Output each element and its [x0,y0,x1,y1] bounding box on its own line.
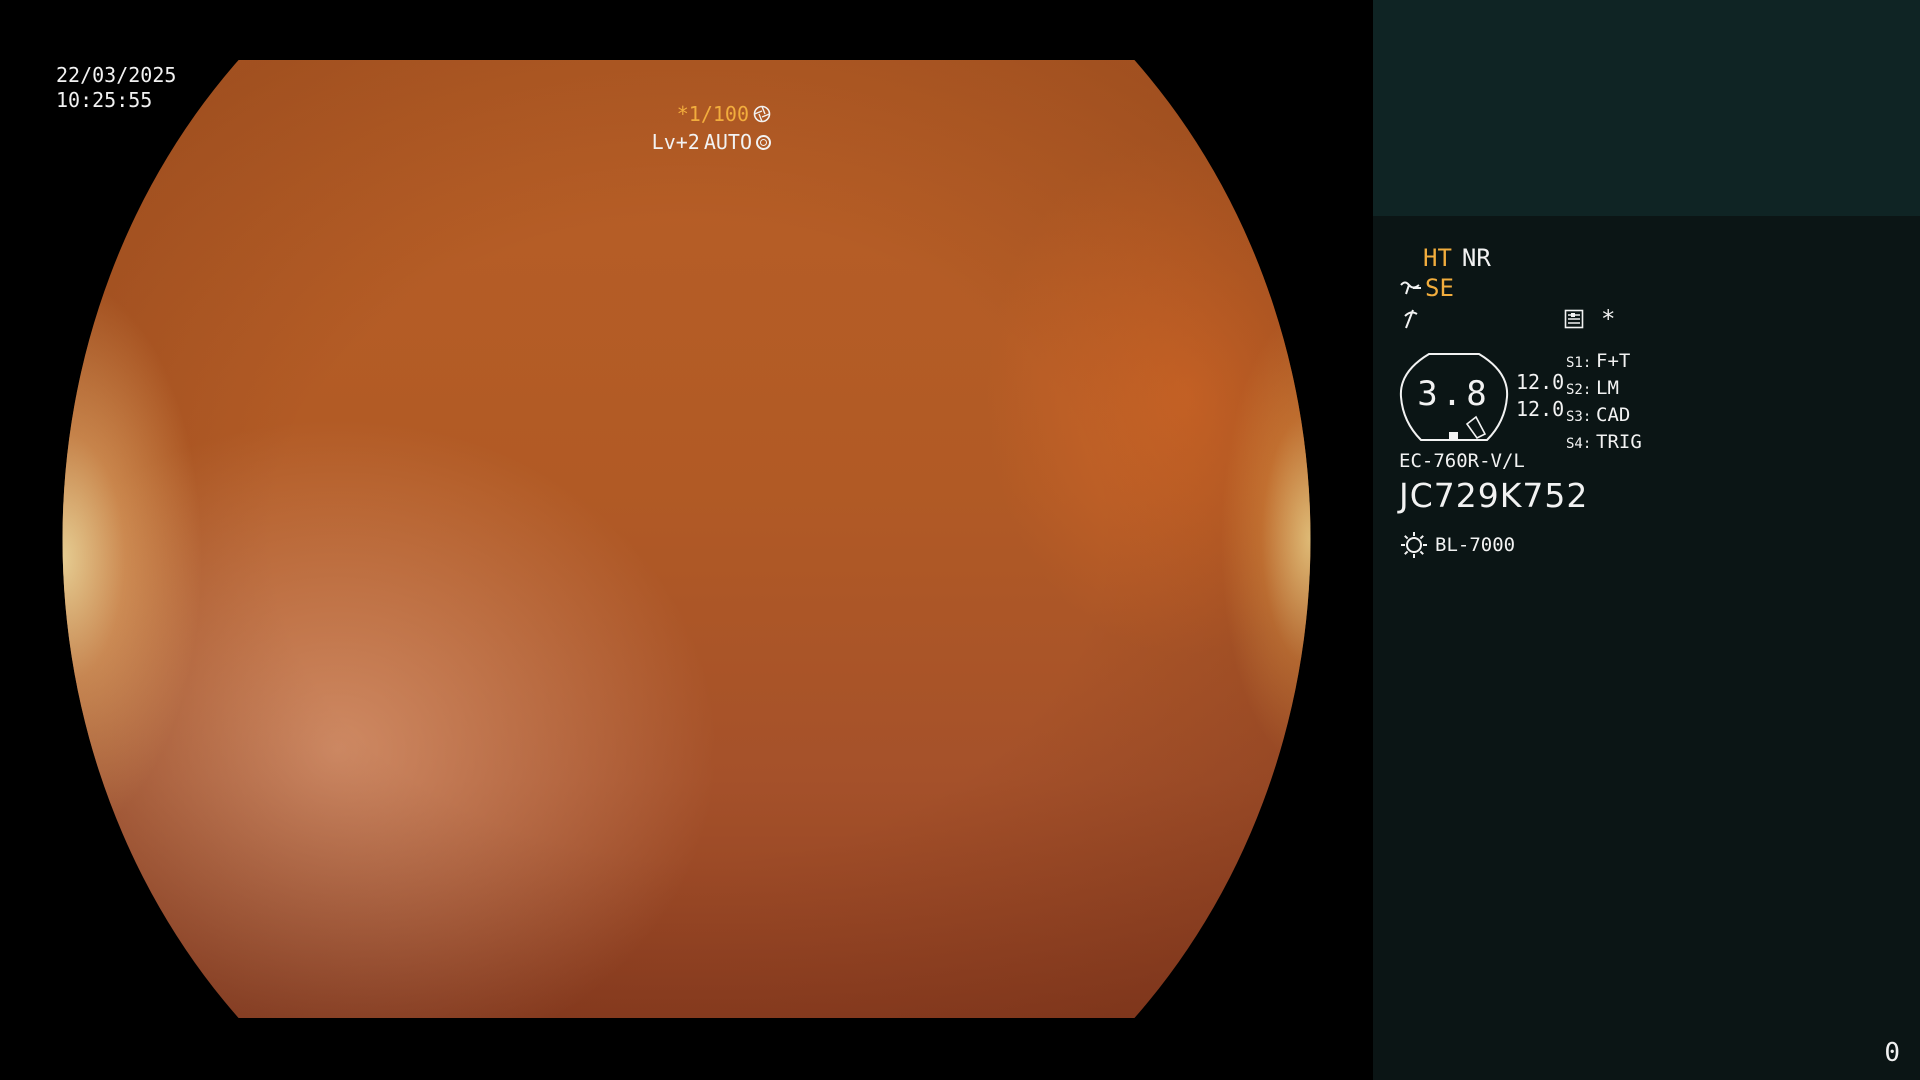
scope-value: 3.8 [1417,374,1491,414]
switch-row: S4: TRIG [1566,430,1642,457]
datetime-display: 22/03/2025 10:25:55 [56,63,176,113]
scope-serial-number: JC729K752 [1399,476,1589,515]
shutter-speed: *1/100 [676,102,749,126]
frame-counter: 0 [1884,1038,1900,1068]
time-text: 10:25:55 [56,88,153,112]
flash-icon [1404,309,1418,329]
scope-switch-list: S1: F+T S2: LM S3: CAD S4: TRIG [1566,349,1642,457]
switch-row: S1: F+T [1566,349,1642,376]
memory-icon [1564,309,1584,329]
se-line: SE [1399,274,1454,302]
iris-mode: AUTO [703,130,752,154]
light-source-info: BL-7000 [1399,530,1515,560]
status-side-panel: HT NR SE * 3.8 12.0 12.0 S1: F+T S2: LM … [1373,0,1920,1080]
switch-row: S2: LM [1566,376,1642,403]
iris-ring-icon [756,134,771,150]
date-text: 22/03/2025 [56,63,177,87]
structure-enhance-icon [1400,281,1421,295]
switch-key: S2: [1566,382,1592,398]
switch-value: TRIG [1596,431,1642,453]
switch-key: S4: [1566,436,1592,452]
switch-value: CAD [1596,404,1631,426]
scope-model: EC-760R-V/L [1399,450,1525,472]
aperture-icon [753,105,771,123]
ht-nr-line: HT NR [1423,244,1501,272]
sun-icon [1401,532,1427,558]
endoscope-video-area: 22/03/2025 10:25:55 *1/100 Lv+2 AUTO [0,0,1373,1080]
scope-number-2: 12.0 [1516,397,1565,421]
switch-row: S3: CAD [1566,403,1642,430]
memory-mark: * [1601,305,1616,333]
switch-key: S3: [1566,409,1592,425]
switch-key: S1: [1566,355,1592,371]
switch-value: F+T [1596,350,1631,372]
nr-label: NR [1461,244,1491,272]
switch-value: LM [1596,377,1619,399]
image-vignette [62,60,1311,1018]
iris-level: Lv+2 [651,130,700,154]
se-label: SE [1425,274,1454,302]
shutter-info: *1/100 Lv+2 AUTO [652,100,771,156]
ht-label: HT [1423,244,1452,272]
scope-numbers: 12.0 12.0 [1516,369,1564,423]
endoscopic-image [62,60,1311,1018]
scope-number-1: 12.0 [1516,370,1565,394]
light-source-label: BL-7000 [1435,534,1516,556]
